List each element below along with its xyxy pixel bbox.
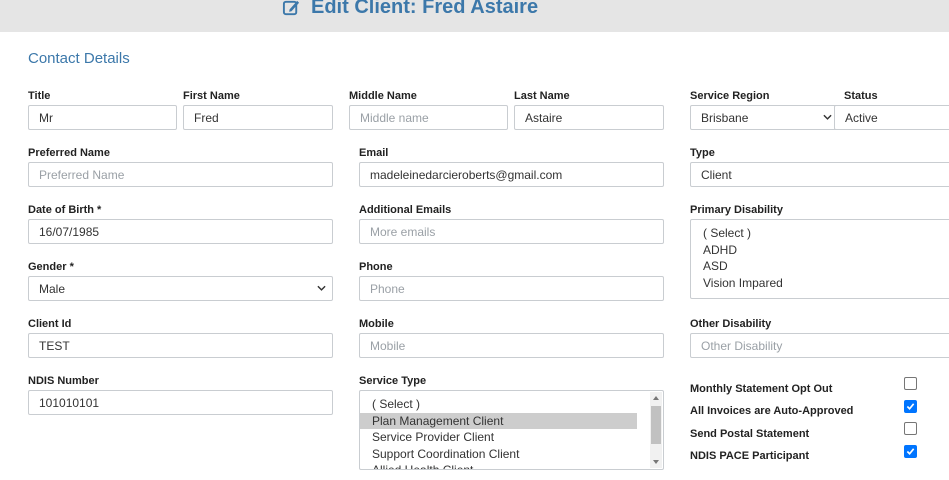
gender-label: Gender * xyxy=(28,261,74,273)
dob-label: Date of Birth * xyxy=(28,204,102,216)
ndis-number-label: NDIS Number xyxy=(28,375,99,387)
type-input[interactable] xyxy=(690,162,949,187)
email-label: Email xyxy=(359,147,389,159)
checkbox-label-ndis-pace-participant: NDIS PACE Participant xyxy=(690,450,809,462)
client-id-label: Client Id xyxy=(28,318,72,330)
status-input[interactable] xyxy=(834,105,949,130)
type-label: Type xyxy=(690,147,715,159)
title-label: Title xyxy=(28,90,51,102)
dob-input[interactable] xyxy=(28,219,333,244)
service-type-listbox[interactable]: ( Select ) Plan Management Client Servic… xyxy=(359,390,664,470)
service-type-label: Service Type xyxy=(359,375,427,387)
gender-value: Male xyxy=(39,281,66,296)
first-name-input[interactable] xyxy=(183,105,333,130)
scrollbar-thumb[interactable] xyxy=(651,406,661,444)
checkbox-label-monthly-statement-opt-out: Monthly Statement Opt Out xyxy=(690,383,833,395)
primary-disability-listbox[interactable]: ( Select ) ADHD ASD Vision Impared xyxy=(690,219,949,299)
list-item[interactable]: Vision Impared xyxy=(691,275,949,292)
mobile-input[interactable] xyxy=(359,333,664,358)
service-region-select[interactable]: Brisbane xyxy=(690,105,839,130)
scrollbar[interactable] xyxy=(650,392,662,468)
phone-input[interactable] xyxy=(359,276,664,301)
ndis-pace-participant-checkbox[interactable] xyxy=(904,445,917,458)
monthly-statement-opt-out-checkbox[interactable] xyxy=(904,377,917,390)
other-disability-input[interactable] xyxy=(690,333,949,358)
checkbox-label-send-postal-statement: Send Postal Statement xyxy=(690,428,810,440)
client-id-input[interactable] xyxy=(28,333,333,358)
section-title-contact-details: Contact Details xyxy=(28,50,130,67)
last-name-input[interactable] xyxy=(514,105,664,130)
checkmark-icon xyxy=(906,403,915,410)
email-input[interactable] xyxy=(359,162,664,187)
list-item[interactable]: Allied Health Client xyxy=(360,462,663,469)
middle-name-label: Middle Name xyxy=(349,90,417,102)
page-title-text: Edit Client: Fred Astaire xyxy=(311,0,539,18)
primary-disability-label: Primary Disability xyxy=(690,204,783,216)
list-item-selected[interactable]: Plan Management Client xyxy=(360,412,637,429)
edit-icon xyxy=(282,0,300,16)
service-region-value: Brisbane xyxy=(701,110,749,125)
auto-approved-checkbox[interactable] xyxy=(904,400,917,413)
page-title: Edit Client: Fred Astaire xyxy=(282,0,538,19)
additional-emails-input[interactable] xyxy=(359,219,664,244)
preferred-name-label: Preferred Name xyxy=(28,147,110,159)
gender-select[interactable]: Male xyxy=(28,276,333,301)
title-input[interactable] xyxy=(28,105,177,130)
ndis-number-input[interactable] xyxy=(28,390,333,415)
phone-label: Phone xyxy=(359,261,393,273)
list-item[interactable]: Service Provider Client xyxy=(360,429,663,446)
other-disability-label: Other Disability xyxy=(690,318,772,330)
first-name-label: First Name xyxy=(183,90,240,102)
checkbox-label-auto-approved: All Invoices are Auto-Approved xyxy=(690,405,854,417)
middle-name-input[interactable] xyxy=(349,105,508,130)
service-region-label: Service Region xyxy=(690,90,770,102)
mobile-label: Mobile xyxy=(359,318,394,330)
additional-emails-label: Additional Emails xyxy=(359,204,452,216)
checkmark-icon xyxy=(906,448,915,455)
scroll-up-icon[interactable] xyxy=(653,396,659,400)
chevron-down-icon xyxy=(823,114,832,120)
list-item[interactable]: ADHD xyxy=(691,242,949,259)
chevron-down-icon xyxy=(317,285,326,291)
list-item[interactable]: ASD xyxy=(691,258,949,275)
list-item[interactable]: ( Select ) xyxy=(360,396,663,413)
list-item[interactable]: ( Select ) xyxy=(691,225,949,242)
preferred-name-input[interactable] xyxy=(28,162,333,187)
list-item[interactable]: Support Coordination Client xyxy=(360,446,663,463)
scroll-down-icon[interactable] xyxy=(653,460,659,464)
status-label: Status xyxy=(844,90,878,102)
last-name-label: Last Name xyxy=(514,90,570,102)
page-header: Edit Client: Fred Astaire xyxy=(0,0,949,32)
send-postal-statement-checkbox[interactable] xyxy=(904,422,917,435)
